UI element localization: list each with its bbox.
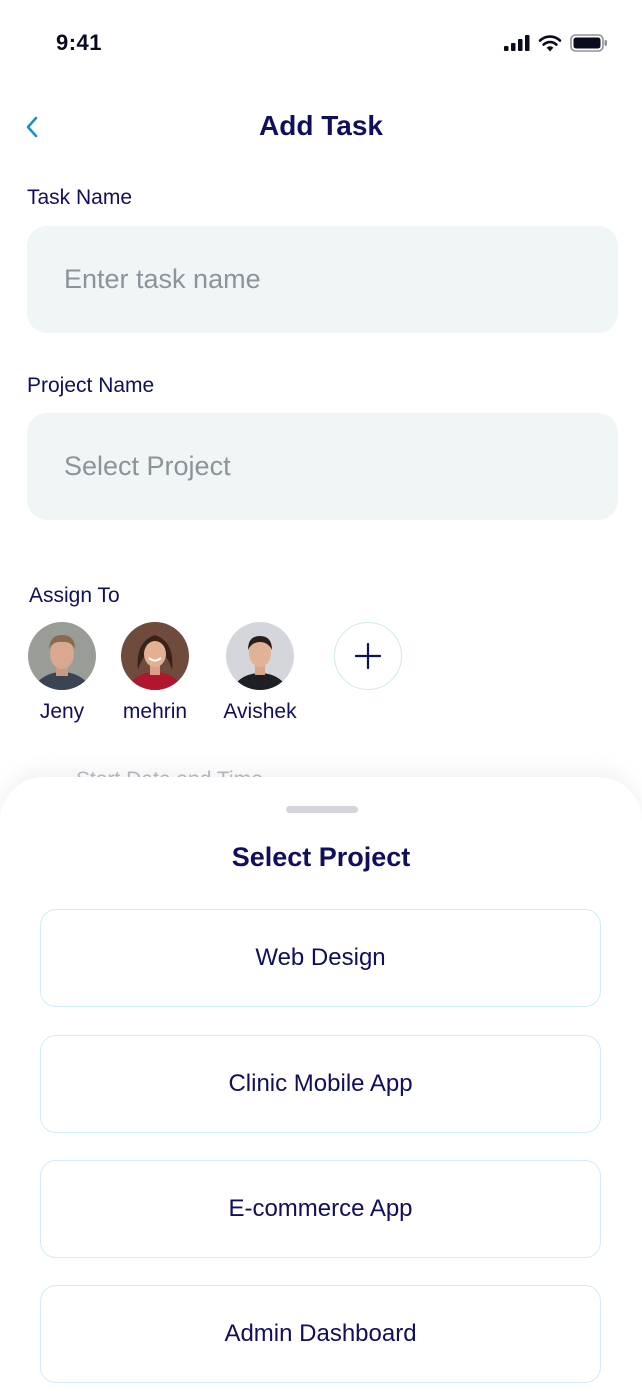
add-assignee-button[interactable] [334,622,402,690]
status-time: 9:41 [56,30,103,55]
assignee-name: Avishek [223,700,297,723]
avatar [28,622,96,690]
avatar [121,622,189,690]
project-option-clinic-mobile-app[interactable]: Clinic Mobile App [40,1035,601,1133]
task-name-label: Task Name [27,186,133,209]
project-option-ecommerce-app[interactable]: E-commerce App [40,1160,601,1258]
sheet-drag-handle[interactable] [286,806,358,813]
project-select[interactable]: Select Project [27,413,618,520]
assignee-jeny[interactable]: Jeny [12,622,112,724]
project-name-label: Project Name [27,374,155,397]
assignee-name: Jeny [39,700,85,723]
signal-icon [504,35,530,51]
sheet-title: Select Project [231,842,411,872]
project-option-admin-dashboard[interactable]: Admin Dashboard [40,1285,601,1383]
status-icons [504,34,608,52]
assignee-mehrin[interactable]: mehrin [105,622,205,724]
avatar [226,622,294,690]
plus-icon [354,642,382,670]
assignee-avishek[interactable]: Avishek [210,622,310,724]
assign-to-label: Assign To [29,584,120,607]
page-title: Add Task [259,110,383,141]
battery-icon [570,34,607,52]
wifi-icon [538,34,562,51]
assignee-name: mehrin [122,700,188,723]
project-option-web-design[interactable]: Web Design [40,909,601,1007]
task-name-input[interactable]: Enter task name [27,226,618,333]
